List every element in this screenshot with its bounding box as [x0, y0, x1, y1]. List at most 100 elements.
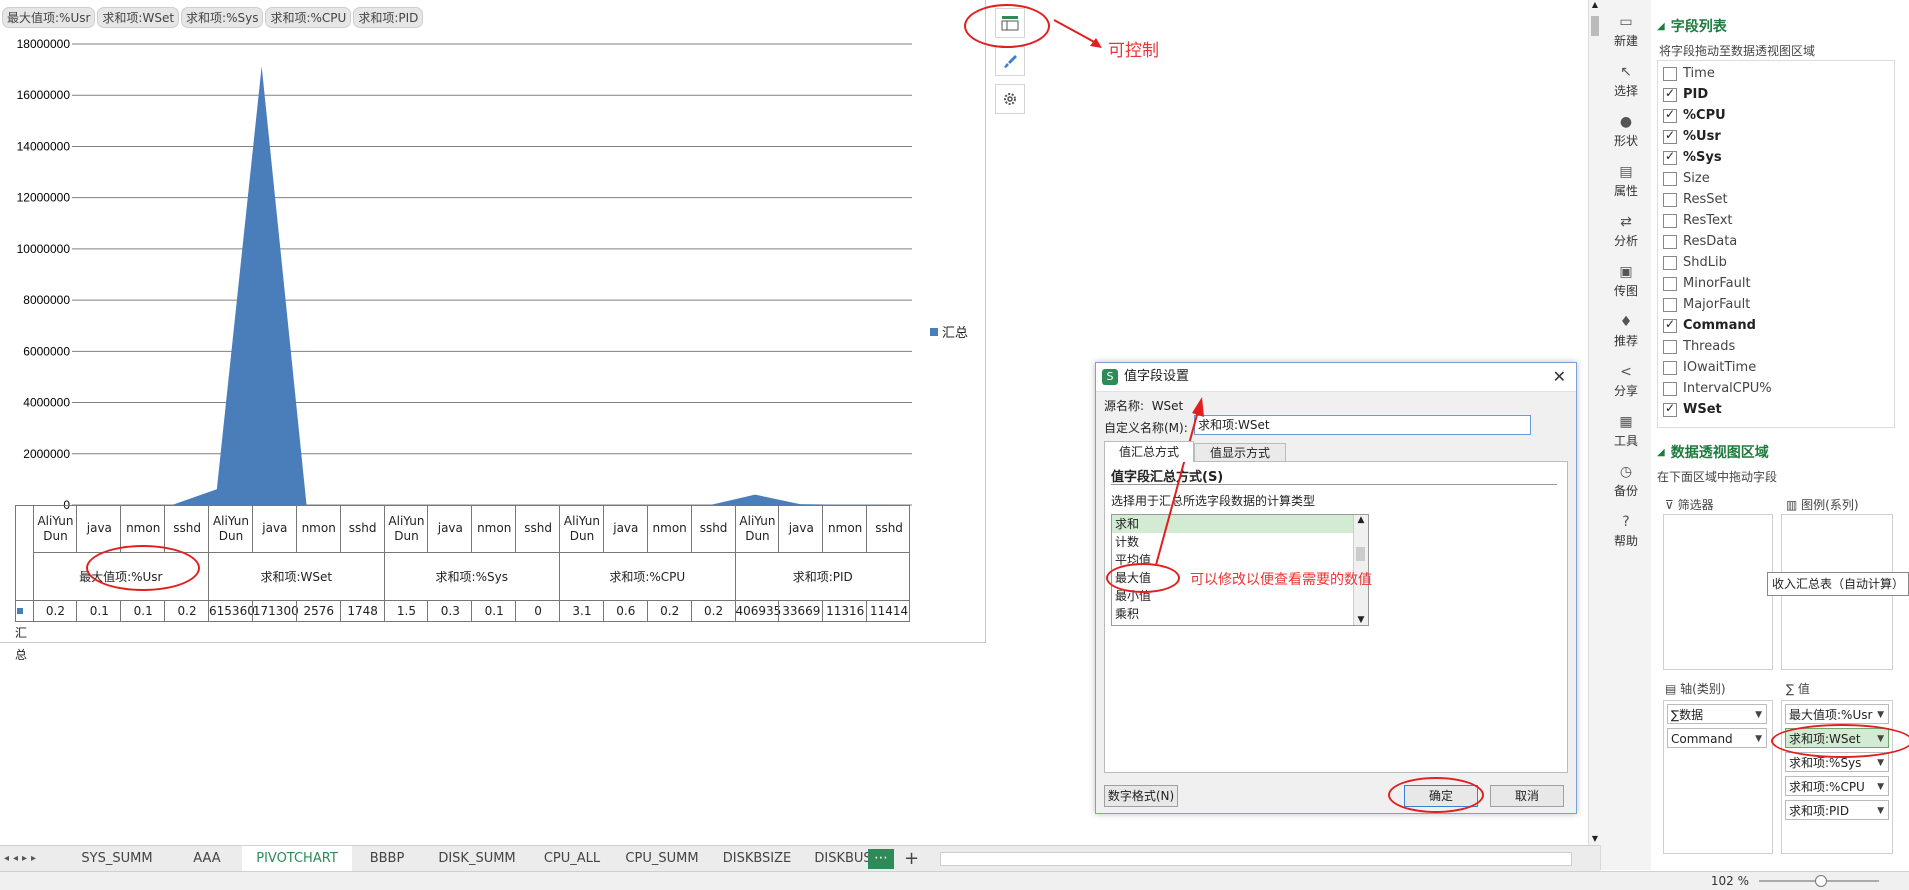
table-cell: 1.5	[383, 600, 429, 622]
sidebar-item[interactable]: ● 形状	[1601, 114, 1651, 149]
field-item[interactable]: ResData	[1663, 234, 1737, 249]
dropdown-icon[interactable]: ▼	[1877, 801, 1884, 821]
axis-item[interactable]: ∑数据 ▼	[1667, 704, 1767, 724]
sidebar-item[interactable]: ▭ 新建	[1601, 14, 1651, 49]
field-checkbox[interactable]	[1663, 297, 1677, 312]
field-checkbox[interactable]	[1663, 86, 1677, 102]
table-cell: 1748	[339, 600, 385, 622]
cancel-button[interactable]: 取消	[1490, 785, 1564, 807]
value-item[interactable]: 最大值项:%Usr ▼	[1785, 704, 1889, 724]
sidebar-icon: ▦	[1619, 414, 1633, 430]
field-item[interactable]: %Sys	[1663, 149, 1722, 165]
field-item[interactable]: WSet	[1663, 401, 1722, 417]
field-checkbox[interactable]	[1663, 66, 1677, 81]
sheet-vscrollbar[interactable]: ▲ ▼	[1588, 0, 1601, 845]
field-checkbox[interactable]	[1663, 107, 1677, 123]
collapse-arrow-icon[interactable]: ◢	[1657, 21, 1665, 32]
field-checkbox[interactable]	[1663, 381, 1677, 396]
filter-icon: ⊽	[1665, 498, 1678, 512]
sheet-tab[interactable]: BBBP	[352, 846, 422, 872]
tab-nav-icons[interactable]: ◂◂▸▸	[4, 846, 40, 872]
scroll-up-icon[interactable]: ▲	[1354, 515, 1368, 525]
scroll-down-icon[interactable]: ▼	[1589, 834, 1601, 843]
y-tick-label: 10000000	[17, 242, 71, 256]
sheet-hscrollbar[interactable]	[940, 852, 1572, 866]
field-item[interactable]: MajorFault	[1663, 297, 1750, 312]
field-list-title: 字段列表	[1670, 19, 1727, 35]
field-item[interactable]: PID	[1663, 86, 1708, 102]
more-tabs-button[interactable]: ⋯	[868, 849, 894, 869]
tab-summarize-by[interactable]: 值汇总方式	[1104, 441, 1194, 462]
sheet-tab[interactable]: DISK_SUMM	[422, 846, 532, 872]
field-checkbox[interactable]	[1663, 339, 1677, 354]
sheet-tab[interactable]: DISKBSIZE	[712, 846, 802, 872]
field-item[interactable]: ShdLib	[1663, 255, 1727, 270]
scroll-down-icon[interactable]: ▼	[1354, 615, 1368, 625]
close-icon[interactable]: ✕	[1553, 363, 1566, 391]
scroll-thumb[interactable]	[1591, 16, 1599, 36]
field-checkbox[interactable]	[1663, 401, 1677, 417]
dropdown-icon[interactable]: ▼	[1877, 705, 1884, 725]
scroll-up-icon[interactable]: ▲	[1589, 0, 1601, 9]
calc-option[interactable]: 乘积	[1112, 605, 1368, 623]
field-list-hint: 将字段拖动至数据透视图区域	[1659, 44, 1816, 58]
field-checkbox[interactable]	[1663, 360, 1677, 375]
dropdown-icon[interactable]: ▼	[1755, 729, 1762, 749]
sidebar-item[interactable]: ▦ 工具	[1601, 414, 1651, 449]
field-checkbox[interactable]	[1663, 234, 1677, 249]
sidebar-item[interactable]: ⇄ 分析	[1601, 214, 1651, 249]
dropdown-icon[interactable]: ▼	[1877, 777, 1884, 797]
scroll-thumb[interactable]	[1356, 547, 1365, 561]
number-format-button[interactable]: 数字格式(N)	[1104, 785, 1178, 807]
sidebar-item[interactable]: < 分享	[1601, 364, 1651, 399]
category-label: sshd	[515, 505, 560, 552]
zoom-thumb[interactable]	[1815, 875, 1827, 887]
category-label: java	[76, 505, 121, 552]
dropdown-icon[interactable]: ▼	[1755, 705, 1762, 725]
field-item[interactable]: Command	[1663, 317, 1756, 333]
field-item[interactable]: %CPU	[1663, 107, 1726, 123]
value-item[interactable]: 求和项:PID ▼	[1785, 800, 1889, 820]
sidebar-item[interactable]: ▤ 属性	[1601, 164, 1651, 199]
field-checkbox[interactable]	[1663, 149, 1677, 165]
sheet-tab[interactable]: CPU_ALL	[532, 846, 612, 872]
sidebar-icon: ▭	[1619, 14, 1633, 30]
field-item[interactable]: IOwaitTime	[1663, 360, 1756, 375]
field-item[interactable]: Size	[1663, 171, 1710, 186]
field-checkbox[interactable]	[1663, 317, 1677, 333]
custom-name-field[interactable]: 求和项:WSet	[1194, 415, 1531, 435]
sheet-tab[interactable]: AAA	[172, 846, 242, 872]
sidebar-icon: ◷	[1619, 464, 1633, 480]
category-label: nmon	[471, 505, 516, 552]
sheet-tab[interactable]: CPU_SUMM	[612, 846, 712, 872]
field-checkbox[interactable]	[1663, 255, 1677, 270]
chart-style-button[interactable]	[995, 46, 1025, 76]
chart-settings-button[interactable]	[995, 84, 1025, 114]
sidebar-item[interactable]: ▣ 传图	[1601, 264, 1651, 299]
field-checkbox[interactable]	[1663, 276, 1677, 291]
field-checkbox[interactable]	[1663, 213, 1677, 228]
sidebar-item[interactable]: ? 帮助	[1601, 514, 1651, 549]
field-checkbox[interactable]	[1663, 171, 1677, 186]
sidebar-item[interactable]: ◷ 备份	[1601, 464, 1651, 499]
field-item[interactable]: MinorFault	[1663, 276, 1751, 291]
value-item[interactable]: 求和项:%CPU ▼	[1785, 776, 1889, 796]
field-item[interactable]: Threads	[1663, 339, 1735, 354]
y-tick-label: 2000000	[23, 447, 70, 461]
field-checkbox[interactable]	[1663, 128, 1677, 144]
dropdown-icon[interactable]: ▼	[1877, 753, 1884, 773]
sheet-tab[interactable]: PIVOTCHART	[242, 846, 352, 872]
axis-item[interactable]: Command ▼	[1667, 728, 1767, 748]
add-sheet-icon[interactable]: +	[904, 846, 919, 872]
filter-zone[interactable]	[1663, 514, 1773, 670]
sheet-tab[interactable]: SYS_SUMM	[62, 846, 172, 872]
field-item[interactable]: IntervalCPU%	[1663, 381, 1772, 396]
sidebar-item[interactable]: ↖ 选择	[1601, 64, 1651, 99]
collapse-arrow-icon[interactable]: ◢	[1657, 447, 1665, 458]
field-item[interactable]: ResSet	[1663, 192, 1728, 207]
field-item[interactable]: %Usr	[1663, 128, 1721, 144]
field-item[interactable]: Time	[1663, 66, 1715, 81]
field-checkbox[interactable]	[1663, 192, 1677, 207]
sidebar-item[interactable]: ♦ 推荐	[1601, 314, 1651, 349]
field-item[interactable]: ResText	[1663, 213, 1733, 228]
